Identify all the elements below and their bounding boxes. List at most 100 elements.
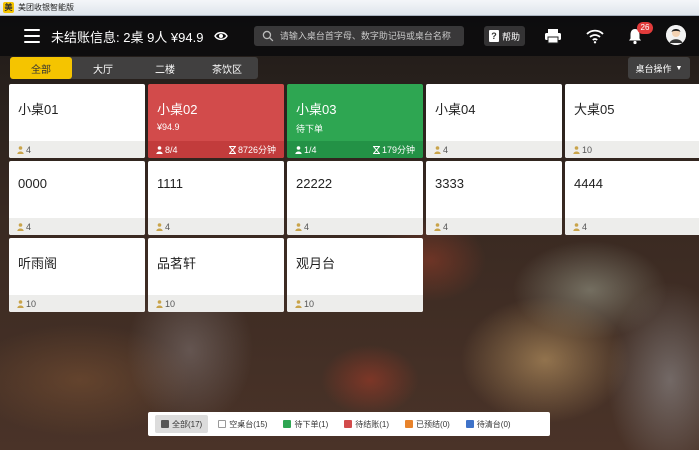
table-card[interactable]: 22222 4: [287, 161, 423, 235]
help-icon: ?: [489, 30, 499, 42]
table-name: 小桌02: [157, 102, 198, 117]
table-card[interactable]: 小桌04 4: [426, 84, 562, 158]
notification-badge: 26: [637, 22, 653, 34]
legend-item[interactable]: 待下单(1): [277, 415, 334, 433]
window-title: 美团收银智能版: [18, 3, 74, 12]
avatar[interactable]: [666, 25, 686, 45]
legend-swatch: [283, 420, 292, 428]
unpaid-info: 未结账信息: 2桌 9人 ¥94.9: [51, 30, 204, 45]
caret-down-icon: ▼: [675, 64, 683, 72]
window-title-bar: 美 美团收银智能版: [0, 0, 699, 16]
table-duration: 179分钟: [372, 143, 415, 156]
table-name: 小桌03: [296, 102, 337, 117]
search-input[interactable]: [279, 31, 464, 41]
table-guests: 10: [304, 298, 315, 309]
legend-label: 待下单(1): [294, 419, 329, 429]
legend-item[interactable]: 空桌台(15): [212, 415, 273, 433]
table-name: 品茗轩: [157, 256, 197, 271]
table-footer: 10: [287, 295, 423, 312]
table-footer: 4: [565, 218, 699, 235]
status-legend: 全部(17) 空桌台(15) 待下单(1) 待结账(1) 已预结(0) 待清台(0): [148, 412, 550, 436]
table-card[interactable]: 小桌02 ¥94.9 8/4 8726分钟: [148, 84, 284, 158]
table-card[interactable]: 3333 4: [426, 161, 562, 235]
table-card[interactable]: 小桌03 待下单 1/4 179分钟: [287, 84, 423, 158]
table-guests: 10: [26, 298, 37, 309]
legend-swatch: [405, 420, 414, 428]
app-logo-icon: 美: [3, 2, 14, 13]
table-footer: 10: [9, 295, 145, 312]
person-icon: [156, 299, 163, 308]
table-amount: ¥94.9: [157, 122, 180, 132]
table-guests: 8/4: [165, 144, 178, 155]
table-card[interactable]: 4444 4: [565, 161, 699, 235]
search-icon: [262, 30, 274, 42]
tab-second-floor[interactable]: 二楼: [134, 57, 196, 79]
user-avatar-icon: [666, 25, 686, 45]
person-icon: [17, 299, 24, 308]
table-guests: 10: [582, 144, 593, 155]
legend-label: 待结账(1): [355, 419, 390, 429]
table-card[interactable]: 观月台 10: [287, 238, 423, 312]
table-grid: 小桌01 4 小桌02 ¥94.9 8/4 8726分钟 小桌03 待下单 1/4 179分钟 小桌…: [9, 84, 699, 312]
printer-icon[interactable]: [544, 28, 562, 44]
wifi-icon[interactable]: [586, 28, 604, 44]
table-name: 听雨阁: [18, 256, 58, 271]
table-guests: 4: [165, 221, 171, 232]
table-guests: 4: [26, 221, 32, 232]
table-guests: 4: [26, 144, 32, 155]
table-card[interactable]: 听雨阁 10: [9, 238, 145, 312]
hourglass-icon: [372, 145, 380, 154]
legend-item[interactable]: 已预结(0): [399, 415, 456, 433]
person-icon: [295, 222, 302, 231]
legend-label: 待清台(0): [476, 419, 511, 429]
table-card[interactable]: 品茗轩 10: [148, 238, 284, 312]
table-footer: 4: [148, 218, 284, 235]
legend-label: 已预结(0): [416, 419, 450, 429]
legend-item[interactable]: 待结账(1): [338, 415, 395, 433]
table-name: 小桌01: [18, 102, 59, 117]
person-icon: [573, 145, 580, 154]
table-name: 大桌05: [574, 102, 615, 117]
person-icon: [17, 145, 24, 154]
top-header: 未结账信息: 2桌 9人 ¥94.9 ? 帮助: [0, 16, 699, 56]
table-guests: 4: [443, 221, 449, 232]
help-button[interactable]: ? 帮助: [484, 26, 526, 46]
table-card[interactable]: 1111 4: [148, 161, 284, 235]
legend-swatch: [465, 420, 474, 428]
table-name: 小桌04: [435, 102, 476, 117]
table-duration-text: 8726分钟: [237, 145, 276, 155]
legend-item[interactable]: 全部(17): [155, 415, 209, 433]
table-card[interactable]: 小桌01 4: [9, 84, 145, 158]
tab-all[interactable]: 全部: [10, 57, 72, 79]
table-name: 0000: [18, 176, 47, 191]
table-name: 1111: [157, 176, 184, 191]
table-name: 4444: [574, 176, 603, 191]
eye-icon[interactable]: [214, 30, 228, 42]
table-name: 观月台: [296, 256, 336, 271]
person-icon: [434, 222, 441, 231]
table-footer: 4: [9, 141, 145, 158]
legend-swatch: [161, 420, 169, 428]
tab-tea-area[interactable]: 茶饮区: [196, 57, 258, 79]
table-footer: 10: [565, 141, 699, 158]
table-duration-text: 179分钟: [381, 145, 415, 155]
table-footer: 4: [9, 218, 145, 235]
tab-hall[interactable]: 大厅: [72, 57, 134, 79]
person-icon: [295, 145, 302, 154]
table-operations-button[interactable]: 桌台操作 ▼: [628, 57, 690, 79]
table-status: 待下单: [296, 124, 324, 134]
table-card[interactable]: 大桌05 10: [565, 84, 699, 158]
person-icon: [17, 222, 24, 231]
legend-item[interactable]: 待清台(0): [460, 415, 517, 433]
table-name: 3333: [435, 176, 464, 191]
person-icon: [434, 145, 441, 154]
table-footer: 4: [287, 218, 423, 235]
menu-icon[interactable]: [24, 29, 40, 43]
table-footer: 4: [426, 218, 562, 235]
legend-label: 全部(17): [172, 419, 203, 429]
table-card[interactable]: 0000 4: [9, 161, 145, 235]
table-guests: 4: [304, 221, 310, 232]
legend-label: 空桌台(15): [229, 419, 268, 429]
table-footer: 10: [148, 295, 284, 312]
person-icon: [156, 222, 163, 231]
